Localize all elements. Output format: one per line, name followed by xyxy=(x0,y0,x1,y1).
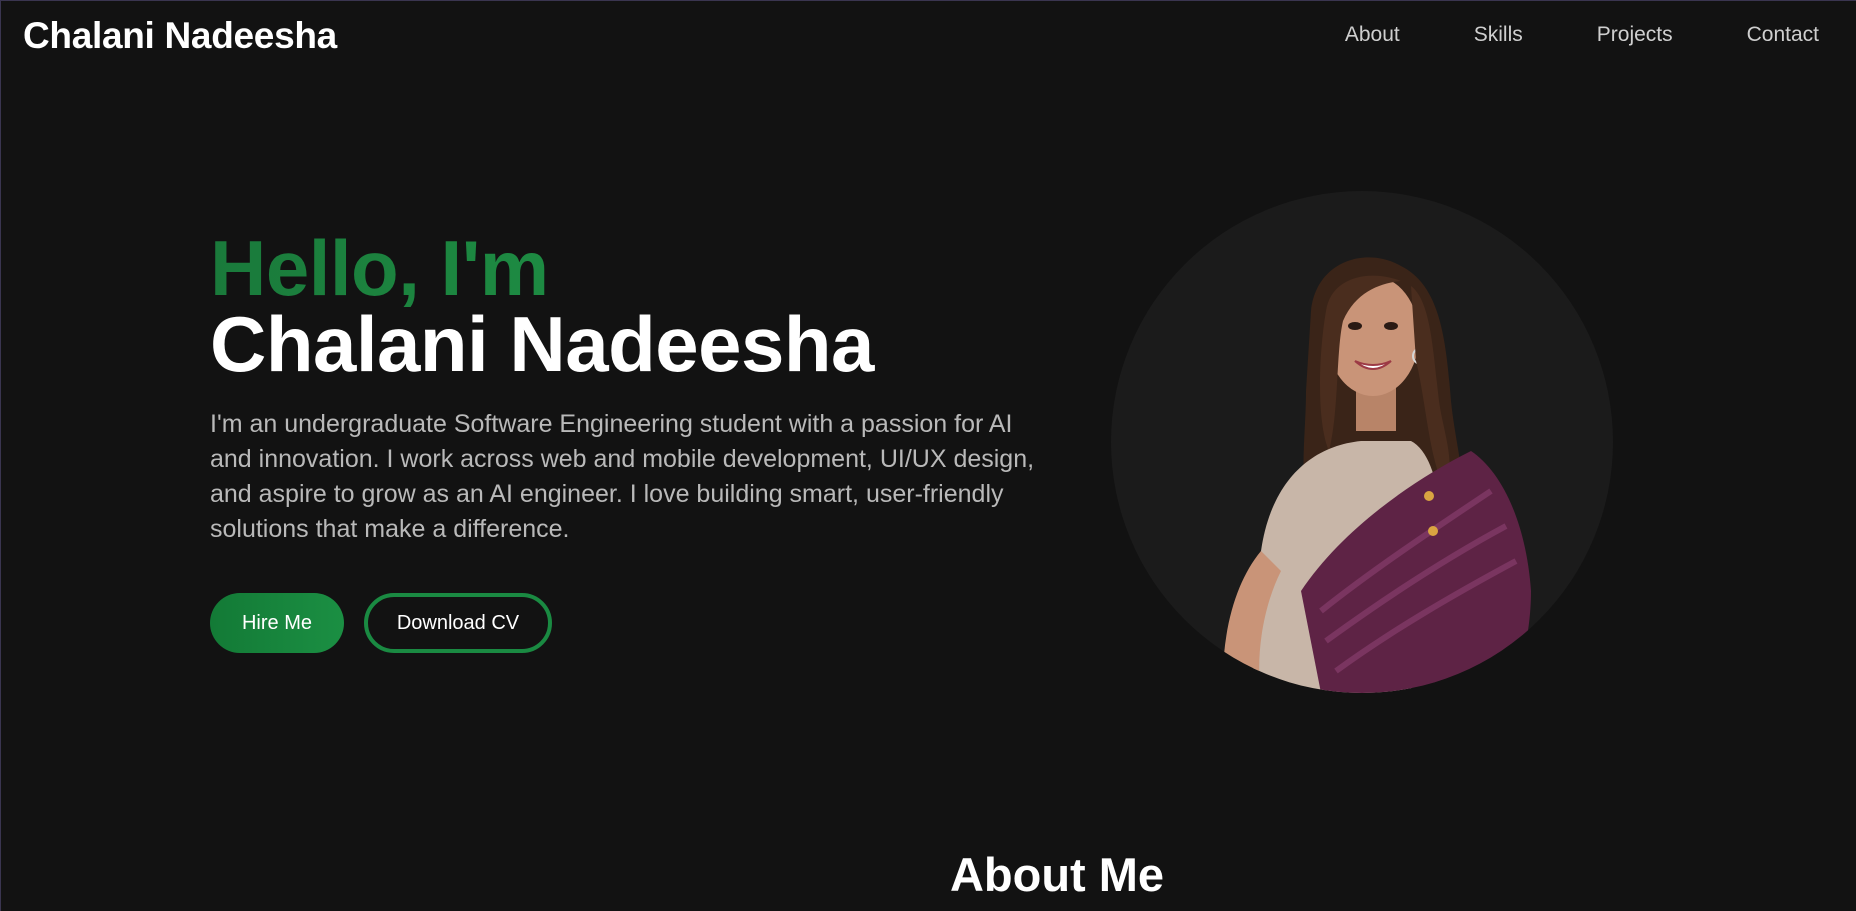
profile-photo xyxy=(1111,191,1613,693)
navbar: Chalani Nadeesha About Skills Projects C… xyxy=(1,1,1856,77)
profile-photo-illustration xyxy=(1222,257,1531,693)
download-cv-button[interactable]: Download CV xyxy=(364,593,552,653)
nav-links: About Skills Projects Contact xyxy=(1345,23,1819,47)
hero-greeting: Hello, I'm xyxy=(210,229,1050,307)
hero-buttons: Hire Me Download CV xyxy=(210,593,1050,653)
nav-link-contact[interactable]: Contact xyxy=(1747,23,1819,47)
hero-name: Chalani Nadeesha xyxy=(210,300,874,388)
hero-description: I'm an undergraduate Software Engineerin… xyxy=(210,410,1035,543)
hire-me-button[interactable]: Hire Me xyxy=(210,593,344,653)
hero-section: Hello, I'm Chalani Nadeesha I'm an under… xyxy=(210,229,1050,653)
about-heading: About Me xyxy=(949,848,1165,901)
nav-link-projects[interactable]: Projects xyxy=(1597,23,1673,47)
page: Chalani Nadeesha About Skills Projects C… xyxy=(0,0,1856,911)
nav-link-about[interactable]: About xyxy=(1345,23,1400,47)
nav-link-skills[interactable]: Skills xyxy=(1474,23,1523,47)
brand-logo[interactable]: Chalani Nadeesha xyxy=(23,15,337,57)
